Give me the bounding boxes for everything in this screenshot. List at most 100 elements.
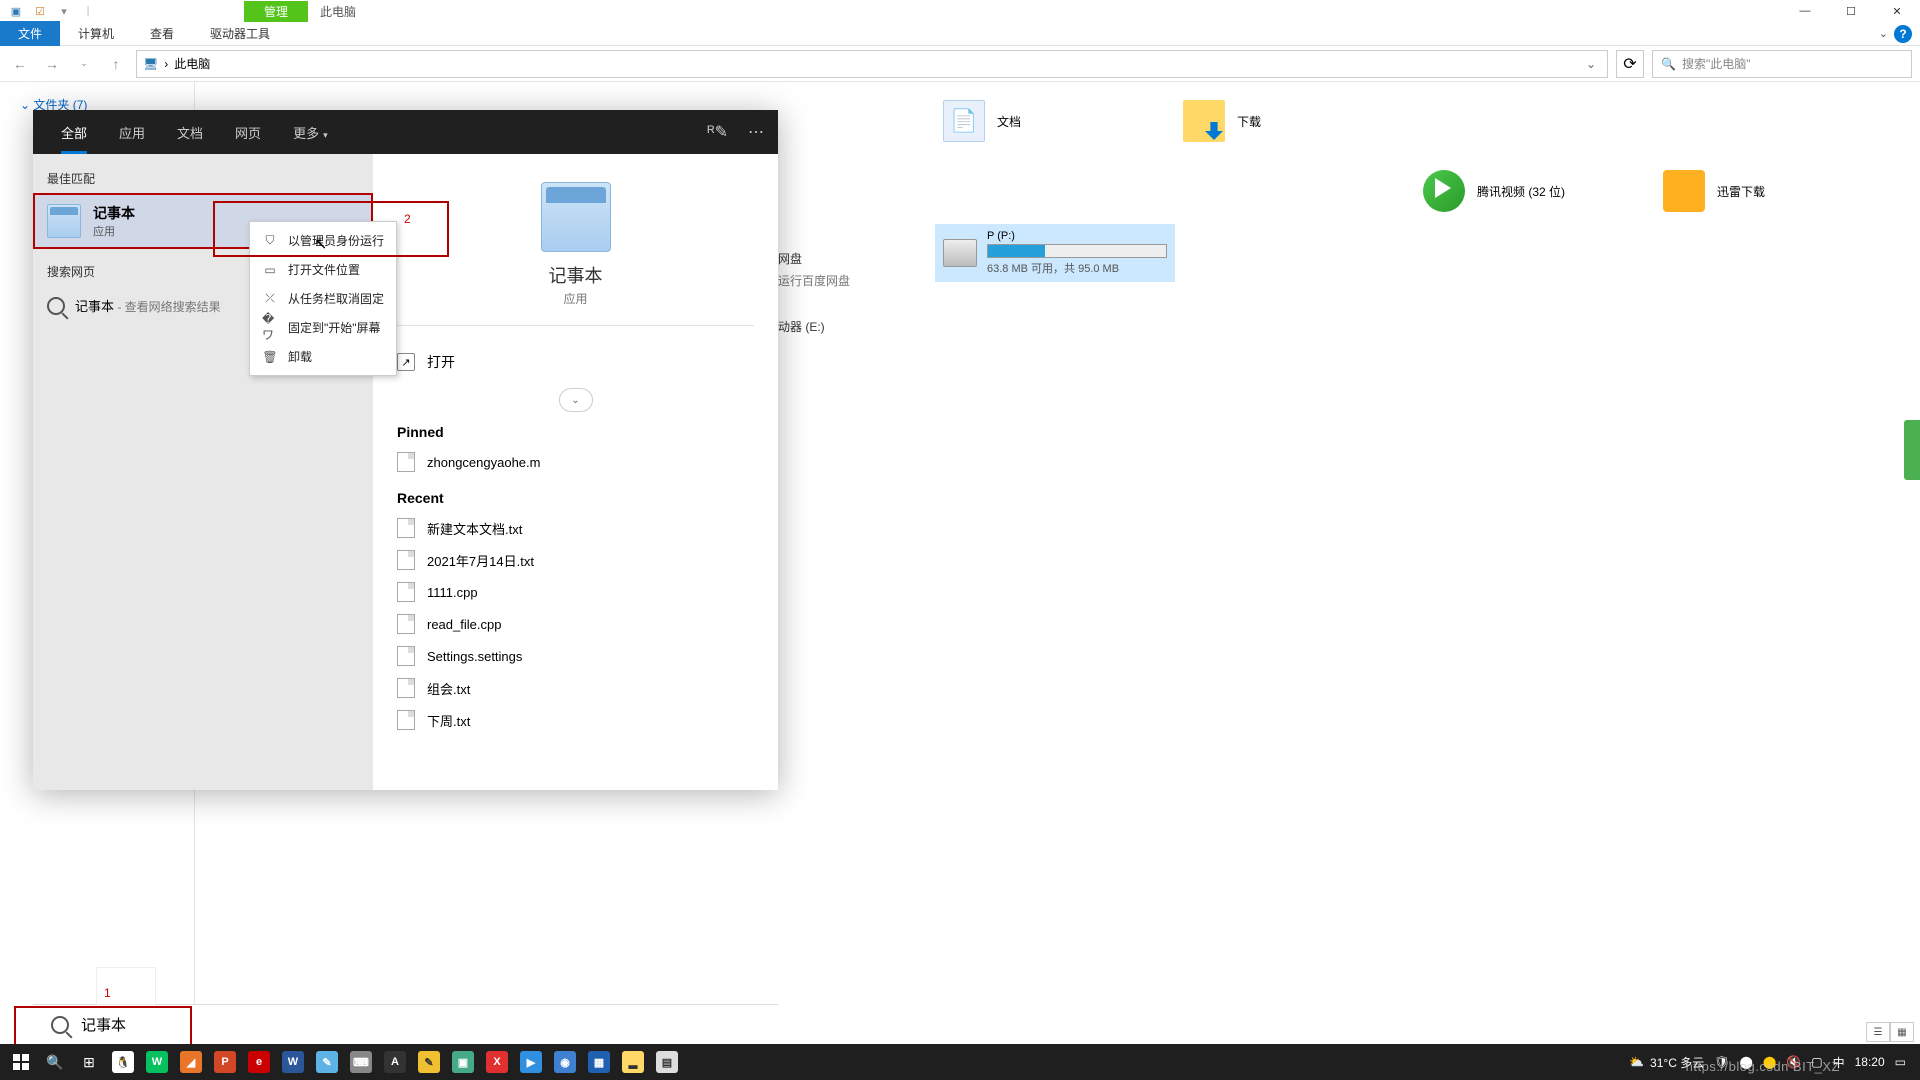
partially-hidden-items: 网盘 运行百度网盘 动器 (E:) bbox=[778, 248, 850, 338]
window-title: 此电脑 bbox=[308, 1, 368, 22]
taskbar-app[interactable]: A bbox=[378, 1044, 412, 1080]
explorer-search[interactable]: 🔍 搜索"此电脑" bbox=[1652, 50, 1912, 78]
help-icon[interactable]: ? bbox=[1894, 25, 1912, 43]
app-tencent[interactable]: 腾讯视频 (32 位) bbox=[1415, 162, 1655, 220]
taskbar-app[interactable]: ▂ bbox=[616, 1044, 650, 1080]
taskbar-app[interactable]: ▤ bbox=[650, 1044, 684, 1080]
drive-p[interactable]: P (P:) 63.8 MB 可用，共 95.0 MB bbox=[935, 224, 1175, 282]
ribbon-driver-tab[interactable]: 驱动器工具 bbox=[192, 21, 288, 46]
tab-web[interactable]: 网页 bbox=[221, 111, 275, 154]
ribbon-computer-tab[interactable]: 计算机 bbox=[60, 21, 132, 46]
window-controls: — ☐ ✕ bbox=[1782, 0, 1920, 22]
start-search-input[interactable] bbox=[81, 1016, 760, 1033]
pinned-file[interactable]: zhongcengyaohe.m bbox=[397, 446, 754, 478]
maximize-button[interactable]: ☐ bbox=[1828, 0, 1874, 22]
annotation-number-1: 1 bbox=[104, 986, 111, 1000]
more-options-icon[interactable]: ⋯ bbox=[748, 122, 764, 142]
address-dropdown-icon[interactable]: ⌄ bbox=[1581, 57, 1601, 71]
start-button[interactable] bbox=[4, 1044, 38, 1080]
file-icon bbox=[397, 518, 415, 538]
tab-docs[interactable]: 文档 bbox=[163, 111, 217, 154]
tab-more[interactable]: 更多▾ bbox=[279, 111, 342, 154]
minimize-button[interactable]: — bbox=[1782, 0, 1828, 22]
tab-all[interactable]: 全部 bbox=[47, 111, 101, 154]
app-xunlei[interactable]: 迅雷下载 bbox=[1655, 162, 1895, 220]
tab-apps[interactable]: 应用 bbox=[105, 111, 159, 154]
address-sep: › bbox=[164, 57, 168, 71]
taskbar-app[interactable]: ▣ bbox=[446, 1044, 480, 1080]
forward-button[interactable]: → bbox=[40, 52, 64, 76]
recent-file[interactable]: 下周.txt bbox=[397, 704, 754, 736]
folder-label: 文档 bbox=[997, 113, 1021, 130]
taskbar-app[interactable]: ◉ bbox=[548, 1044, 582, 1080]
ctx-uninstall[interactable]: 🗑卸载 bbox=[250, 342, 396, 371]
ribbon-file-tab[interactable]: 文件 bbox=[0, 21, 60, 46]
manage-tab[interactable]: 管理 bbox=[244, 1, 308, 22]
search-placeholder: 搜索"此电脑" bbox=[1682, 55, 1751, 72]
taskbar-app[interactable]: ▦ bbox=[582, 1044, 616, 1080]
recent-file[interactable]: 组会.txt bbox=[397, 672, 754, 704]
ctx-pin-start[interactable]: �ワ固定到"开始"屏幕 bbox=[250, 313, 396, 342]
taskbar-app[interactable]: 🐧 bbox=[106, 1044, 140, 1080]
ribbon-right: ⌄ ? bbox=[1879, 25, 1920, 43]
taskbar-app[interactable]: ⌨ bbox=[344, 1044, 378, 1080]
recent-file[interactable]: Settings.settings bbox=[397, 640, 754, 672]
address-bar[interactable]: 🖥 › 此电脑 ⌄ bbox=[136, 50, 1608, 78]
taskbar-search-button[interactable]: 🔍 bbox=[38, 1044, 72, 1080]
ctx-label: 固定到"开始"屏幕 bbox=[288, 319, 381, 336]
recent-file[interactable]: 2021年7月14日.txt bbox=[397, 544, 754, 576]
folder-icon: ▭ bbox=[262, 262, 278, 278]
recent-file[interactable]: read_file.cpp bbox=[397, 608, 754, 640]
task-view-button[interactable]: ⊞ bbox=[72, 1044, 106, 1080]
annotation-number-2: 2 bbox=[404, 212, 411, 226]
notifications-icon[interactable]: ▭ bbox=[1895, 1055, 1906, 1069]
search-body: 最佳匹配 记事本 应用 搜索网页 记事本 - 查看网络搜索结果 记事本 应用 ↗… bbox=[33, 154, 778, 790]
view-details-button[interactable]: ☰ bbox=[1866, 1022, 1890, 1042]
file-icon bbox=[397, 550, 415, 570]
pc-icon: 🖥 bbox=[143, 57, 158, 71]
taskbar-app[interactable]: W bbox=[276, 1044, 310, 1080]
file-icon bbox=[397, 710, 415, 730]
folder-downloads[interactable]: 下载 bbox=[1175, 92, 1415, 150]
action-open[interactable]: ↗ 打开 bbox=[397, 344, 754, 380]
taskbar-app[interactable]: ✎ bbox=[310, 1044, 344, 1080]
taskbar-app[interactable]: W bbox=[140, 1044, 174, 1080]
close-button[interactable]: ✕ bbox=[1874, 0, 1920, 22]
open-icon: ↗ bbox=[397, 353, 415, 371]
ribbon-view-tab[interactable]: 查看 bbox=[132, 21, 192, 46]
recent-dropdown[interactable]: ⌄ bbox=[72, 52, 96, 76]
taskbar-app[interactable]: ▶ bbox=[514, 1044, 548, 1080]
ctx-open-location[interactable]: ▭打开文件位置 bbox=[250, 255, 396, 284]
taskbar-app[interactable]: P bbox=[208, 1044, 242, 1080]
qat-dropdown-icon[interactable]: ▾ bbox=[56, 3, 72, 19]
recent-file[interactable]: 1111.cpp bbox=[397, 576, 754, 608]
ribbon-collapse-icon[interactable]: ⌄ bbox=[1879, 27, 1888, 40]
recent-file[interactable]: 新建文本文档.txt bbox=[397, 512, 754, 544]
start-search-input-wrap bbox=[33, 1004, 778, 1044]
taskbar-app[interactable]: X bbox=[480, 1044, 514, 1080]
clock[interactable]: 18:20 bbox=[1855, 1055, 1885, 1069]
folder-icon: ▣ bbox=[8, 3, 24, 19]
view-mode-toggle: ☰ ▦ bbox=[1866, 1022, 1914, 1042]
ctx-label: 以管理员身份运行 bbox=[288, 232, 384, 249]
expand-actions-button[interactable]: ⌄ bbox=[559, 388, 593, 412]
feedback-icon[interactable]: ᴿ✎ bbox=[707, 122, 728, 142]
windows-icon bbox=[13, 1054, 29, 1070]
address-text: 此电脑 bbox=[174, 55, 210, 72]
admin-icon: ⛉ bbox=[262, 233, 278, 249]
taskbar-app[interactable]: e bbox=[242, 1044, 276, 1080]
unpin-icon: ⤫ bbox=[262, 291, 278, 307]
up-button[interactable]: ↑ bbox=[104, 52, 128, 76]
search-icon bbox=[47, 297, 65, 315]
folder-documents[interactable]: 📄 文档 bbox=[935, 92, 1175, 150]
taskbar-app[interactable]: ✎ bbox=[412, 1044, 446, 1080]
back-button[interactable]: ← bbox=[8, 52, 32, 76]
drive-icon bbox=[943, 239, 977, 267]
scroll-indicator[interactable] bbox=[1904, 420, 1920, 480]
ctx-unpin-taskbar[interactable]: ⤫从任务栏取消固定 bbox=[250, 284, 396, 313]
taskbar-app[interactable]: ◢ bbox=[174, 1044, 208, 1080]
view-icons-button[interactable]: ▦ bbox=[1890, 1022, 1914, 1042]
refresh-button[interactable]: ⟳ bbox=[1616, 50, 1644, 78]
check-icon: ☑ bbox=[32, 3, 48, 19]
web-term: 记事本 bbox=[75, 299, 114, 314]
